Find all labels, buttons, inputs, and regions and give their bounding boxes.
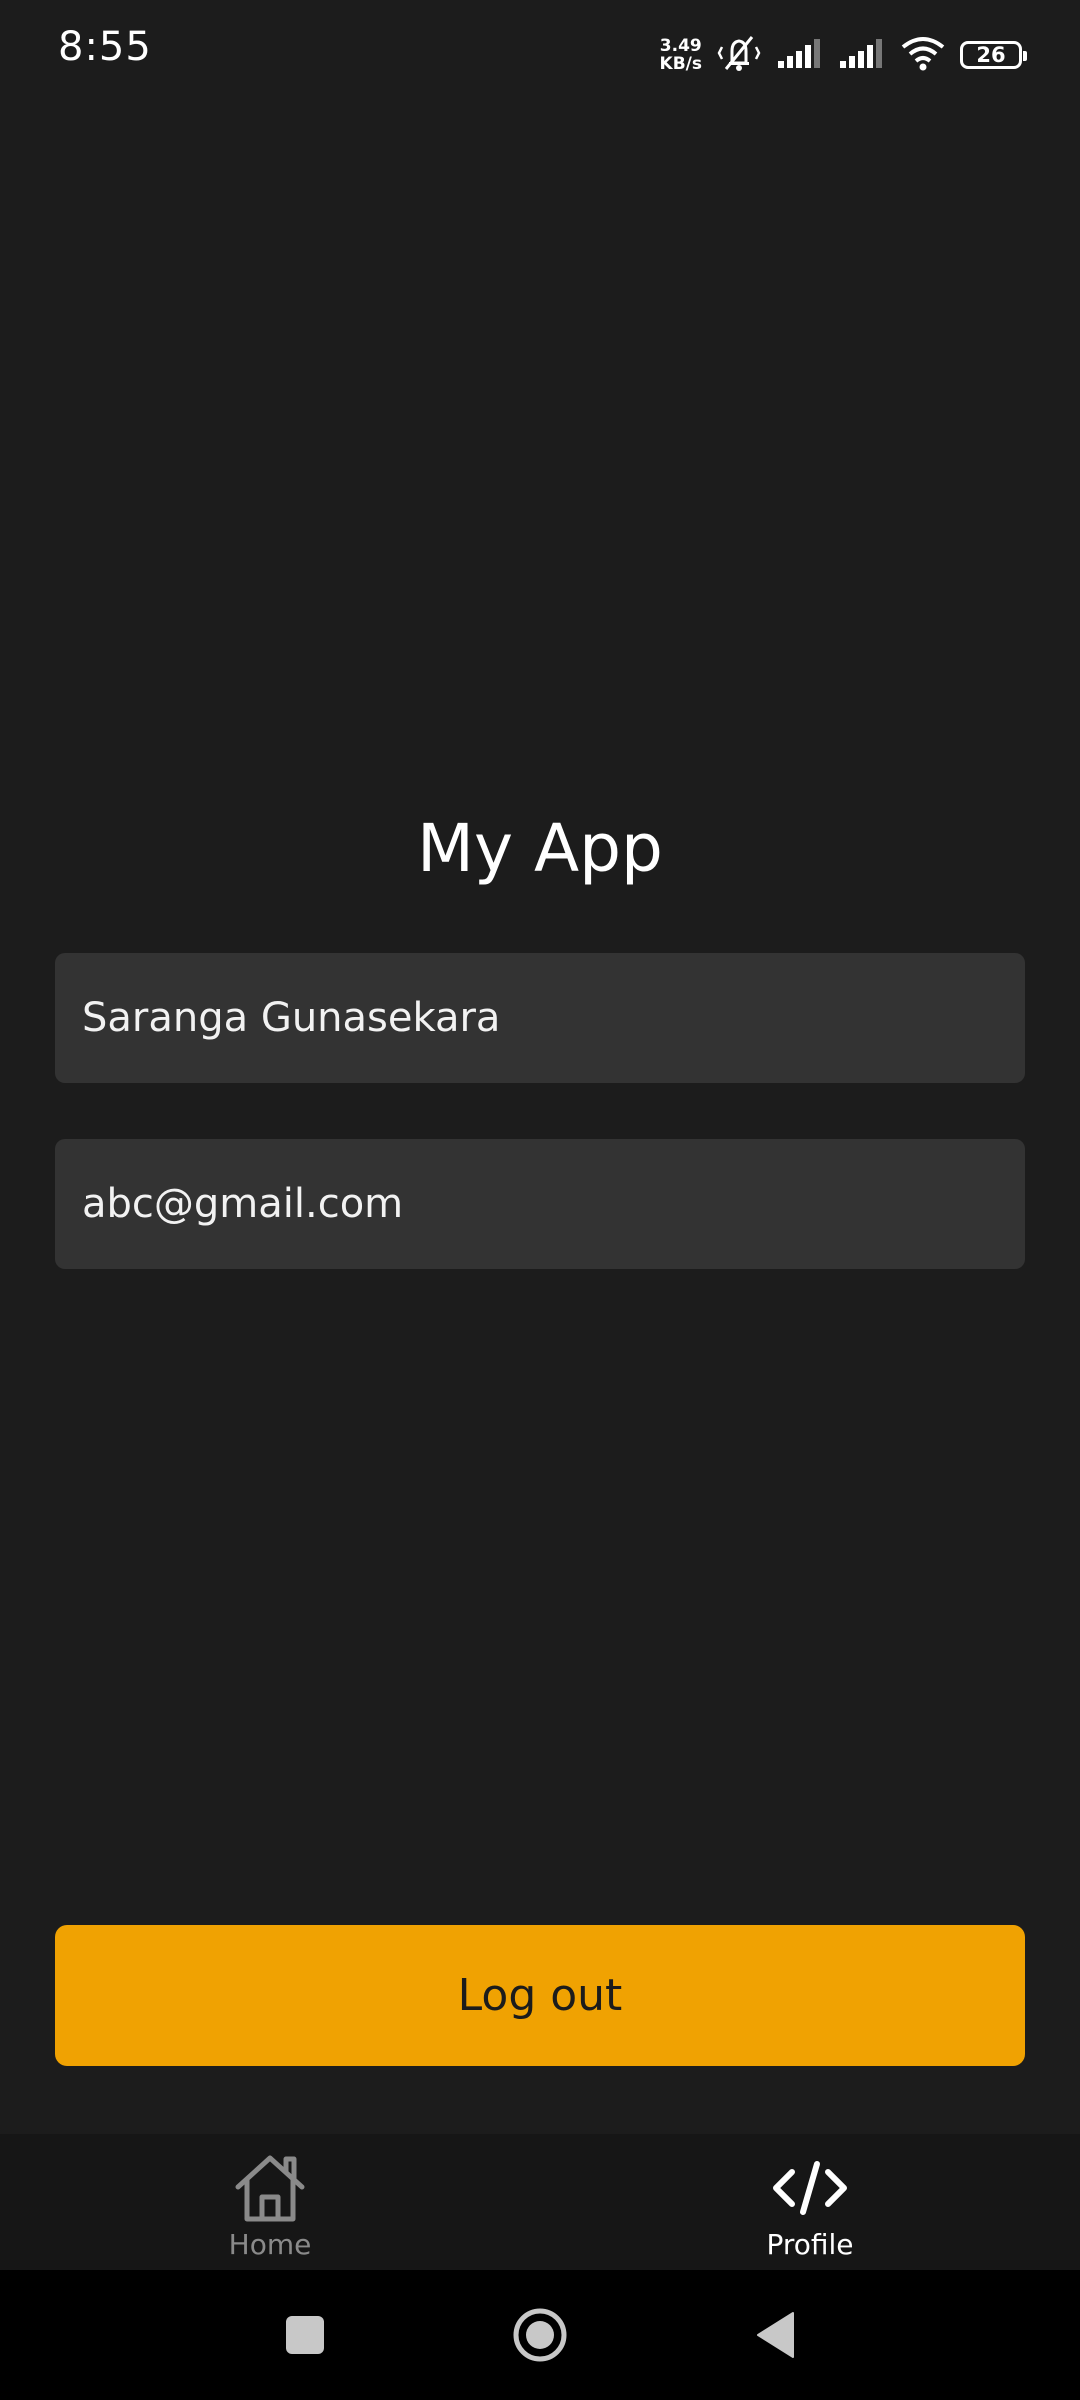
email-field[interactable]: abc@gmail.com: [55, 1139, 1025, 1269]
nav-item-home[interactable]: Home: [120, 2134, 420, 2270]
network-speed-unit: KB/s: [659, 54, 702, 74]
mute-vibrate-icon: [716, 33, 762, 77]
status-time: 8:55: [58, 24, 152, 70]
back-triangle-icon[interactable]: [740, 2270, 810, 2400]
nav-item-profile[interactable]: Profile: [660, 2134, 960, 2270]
system-navigation-bar: [0, 2270, 1080, 2400]
bottom-navigation: Home Profile: [0, 2134, 1080, 2270]
email-field-value: abc@gmail.com: [82, 1181, 404, 1227]
status-icons: 3.49 KB/s 26: [660, 30, 1027, 80]
name-field[interactable]: Saranga Gunasekara: [55, 953, 1025, 1083]
nav-label-home: Home: [228, 2228, 312, 2261]
wifi-icon: [900, 35, 946, 75]
nav-label-profile: Profile: [766, 2228, 854, 2261]
network-speed: 3.49 KB/s: [660, 37, 702, 73]
name-field-value: Saranga Gunasekara: [82, 995, 501, 1041]
signal-icon: [838, 37, 886, 73]
home-icon: [232, 2150, 308, 2226]
signal-icon: [776, 37, 824, 73]
recents-icon[interactable]: [270, 2270, 340, 2400]
code-icon: [770, 2150, 850, 2226]
battery-level: 26: [976, 43, 1006, 67]
home-circle-icon[interactable]: [500, 2270, 580, 2400]
logout-button-label: Log out: [457, 1970, 623, 2021]
status-bar: 8:55 3.49 KB/s 26: [0, 0, 1080, 110]
battery-icon: 26: [960, 41, 1027, 69]
page-title: My App: [417, 810, 663, 887]
logout-button[interactable]: Log out: [55, 1925, 1025, 2066]
network-speed-value: 3.49: [659, 36, 702, 56]
